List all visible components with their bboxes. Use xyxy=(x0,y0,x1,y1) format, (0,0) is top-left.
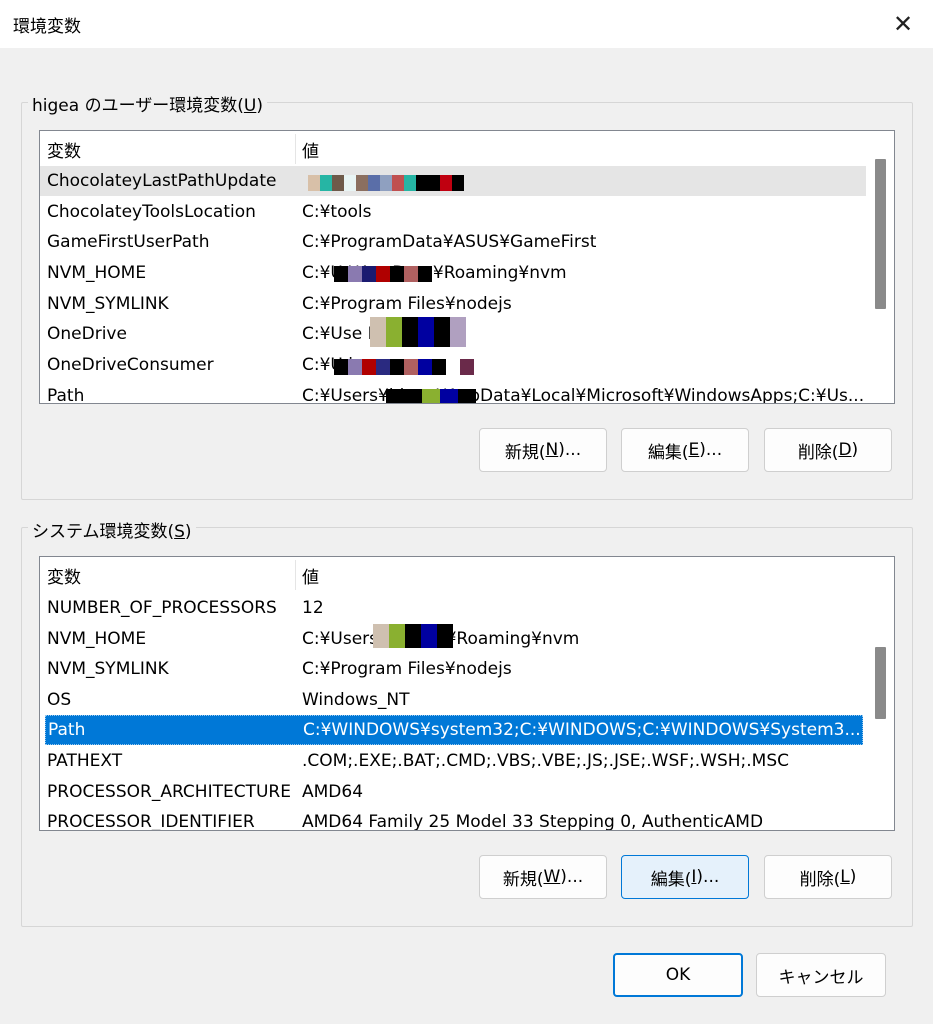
window-title: 環境変数 xyxy=(13,17,81,37)
redaction-mosaic xyxy=(370,317,482,347)
system-delete-button[interactable]: 削除(L) xyxy=(764,855,892,899)
btn-accel: N xyxy=(545,440,559,460)
table-row[interactable]: GameFirstUserPath C:¥ProgramData¥ASUS¥Ga… xyxy=(40,227,866,257)
btn-text: OK xyxy=(665,965,691,985)
variable-value: C:¥Program Files¥nodejs xyxy=(302,659,512,679)
scrollbar-thumb[interactable] xyxy=(875,647,886,719)
btn-text: キャンセル xyxy=(778,967,864,988)
variable-value: C:¥Program Files¥nodejs xyxy=(302,294,512,314)
btn-tail: )... xyxy=(699,440,723,460)
variable-name: NVM_SYMLINK xyxy=(47,659,169,679)
user-edit-button[interactable]: 編集(E)... xyxy=(621,428,749,472)
system-label-suffix: ) xyxy=(184,522,192,542)
table-row[interactable]: NUMBER_OF_PROCESSORS 12 xyxy=(40,593,866,623)
variable-name: NUMBER_OF_PROCESSORS xyxy=(47,598,277,618)
btn-text: 編集( xyxy=(647,442,689,463)
variable-name: NVM_SYMLINK xyxy=(47,294,169,314)
variable-name: NVM_HOME xyxy=(47,263,147,283)
btn-text: 新規( xyxy=(502,869,544,890)
redaction-mosaic xyxy=(334,266,444,282)
variable-name: PROCESSOR_IDENTIFIER xyxy=(47,812,255,831)
system-edit-button[interactable]: 編集(I)... xyxy=(621,855,749,899)
table-row[interactable]: NVM_SYMLINK C:¥Program Files¥nodejs xyxy=(40,654,866,684)
variable-name: PROCESSOR_ARCHITECTURE xyxy=(47,782,291,802)
column-header-variable[interactable]: 変数 xyxy=(47,563,81,588)
variable-name: OneDrive xyxy=(47,324,127,344)
variable-name: ChocolateyLastPathUpdate xyxy=(47,171,277,191)
system-label-accel: S xyxy=(174,522,185,542)
redaction-mosaic xyxy=(386,389,496,403)
table-row[interactable]: NVM_SYMLINK C:¥Program Files¥nodejs xyxy=(40,289,866,319)
column-header-value[interactable]: 値 xyxy=(302,563,319,588)
system-variables-label: システム環境変数(S) xyxy=(28,517,196,542)
system-variables-list[interactable]: 変数 値 NUMBER_OF_PROCESSORS 12 NVM_HOME C:… xyxy=(39,556,895,831)
column-divider[interactable] xyxy=(295,560,296,590)
btn-accel: D xyxy=(838,440,852,460)
column-header-value[interactable]: 値 xyxy=(302,137,319,162)
variable-name: Path xyxy=(47,386,85,404)
btn-tail: )... xyxy=(558,440,582,460)
column-divider[interactable] xyxy=(295,134,296,164)
scrollbar-thumb[interactable] xyxy=(875,159,886,309)
btn-tail: )... xyxy=(696,867,720,887)
variable-name: GameFirstUserPath xyxy=(47,232,210,252)
btn-accel: L xyxy=(840,867,850,887)
table-row[interactable]: ChocolateyToolsLocation C:¥tools xyxy=(40,197,866,227)
list-header: 変数 値 xyxy=(40,134,872,164)
variable-value: Windows_NT xyxy=(302,690,410,710)
system-new-button[interactable]: 新規(W)... xyxy=(479,855,607,899)
close-icon: ✕ xyxy=(892,10,914,38)
user-list-scrollbar[interactable] xyxy=(872,131,894,403)
redaction-mosaic xyxy=(334,359,514,375)
variable-value: C:¥ProgramData¥ASUS¥GameFirst xyxy=(302,232,597,252)
variable-name: NVM_HOME xyxy=(47,629,147,649)
variable-name: OneDriveConsumer xyxy=(47,355,214,375)
system-label-prefix: システム環境変数( xyxy=(32,522,175,542)
system-list-scrollbar[interactable] xyxy=(872,557,894,830)
user-variables-list[interactable]: 変数 値 ChocolateyLastPathUpdate Chocolatey… xyxy=(39,130,895,404)
redaction-mosaic xyxy=(373,624,453,648)
btn-text: 削除( xyxy=(797,442,839,463)
user-label-prefix: higea のユーザー環境変数( xyxy=(32,96,244,116)
btn-text: 新規( xyxy=(504,442,546,463)
user-delete-button[interactable]: 削除(D) xyxy=(764,428,892,472)
column-header-variable[interactable]: 変数 xyxy=(47,137,81,162)
btn-text: 削除( xyxy=(799,869,841,890)
user-new-button[interactable]: 新規(N)... xyxy=(479,428,607,472)
user-label-suffix: ) xyxy=(256,96,263,116)
btn-tail: )... xyxy=(560,867,584,887)
btn-tail: ) xyxy=(851,440,859,460)
table-row[interactable]: NVM_HOME C:¥U ¥AppData¥Roaming¥nvm xyxy=(40,258,866,288)
variable-value: C:¥tools xyxy=(302,202,372,222)
table-row[interactable]: PROCESSOR_ARCHITECTURE AMD64 xyxy=(40,777,866,807)
table-row[interactable]: PROCESSOR_IDENTIFIER AMD64 Family 25 Mod… xyxy=(40,807,866,831)
variable-value: C:¥WINDOWS¥system32;C:¥WINDOWS;C:¥WINDOW… xyxy=(303,720,861,740)
ok-button[interactable]: OK xyxy=(613,953,743,997)
btn-accel: W xyxy=(543,867,561,887)
title-bar: 環境変数 ✕ xyxy=(0,0,933,48)
redaction-mosaic xyxy=(308,175,494,191)
user-label-accel: U xyxy=(243,96,257,116)
variable-value: .COM;.EXE;.BAT;.CMD;.VBS;.VBE;.JS;.JSE;.… xyxy=(302,751,790,771)
btn-accel: E xyxy=(688,440,700,460)
user-variables-label: higea のユーザー環境変数(U) xyxy=(28,91,267,116)
variable-value: AMD64 xyxy=(302,782,364,802)
list-header: 変数 値 xyxy=(40,560,872,590)
variable-value: 12 xyxy=(302,598,324,618)
variable-name: Path xyxy=(48,720,86,740)
variable-name: PATHEXT xyxy=(47,751,123,771)
variable-name: OS xyxy=(47,690,72,710)
table-row[interactable]: OS Windows_NT xyxy=(40,685,866,715)
table-row-selected[interactable]: Path C:¥WINDOWS¥system32;C:¥WINDOWS;C:¥W… xyxy=(45,715,863,745)
cancel-button[interactable]: キャンセル xyxy=(756,953,886,997)
btn-text: 編集( xyxy=(650,869,692,890)
table-row[interactable]: PATHEXT .COM;.EXE;.BAT;.CMD;.VBS;.VBE;.J… xyxy=(40,746,866,776)
close-button[interactable]: ✕ xyxy=(873,0,933,48)
btn-tail: ) xyxy=(849,867,857,887)
variable-name: ChocolateyToolsLocation xyxy=(47,202,256,222)
variable-value: AMD64 Family 25 Model 33 Stepping 0, Aut… xyxy=(302,812,764,831)
table-row[interactable]: NVM_HOME C:¥Users ppData¥Roaming¥nvm xyxy=(40,624,866,654)
